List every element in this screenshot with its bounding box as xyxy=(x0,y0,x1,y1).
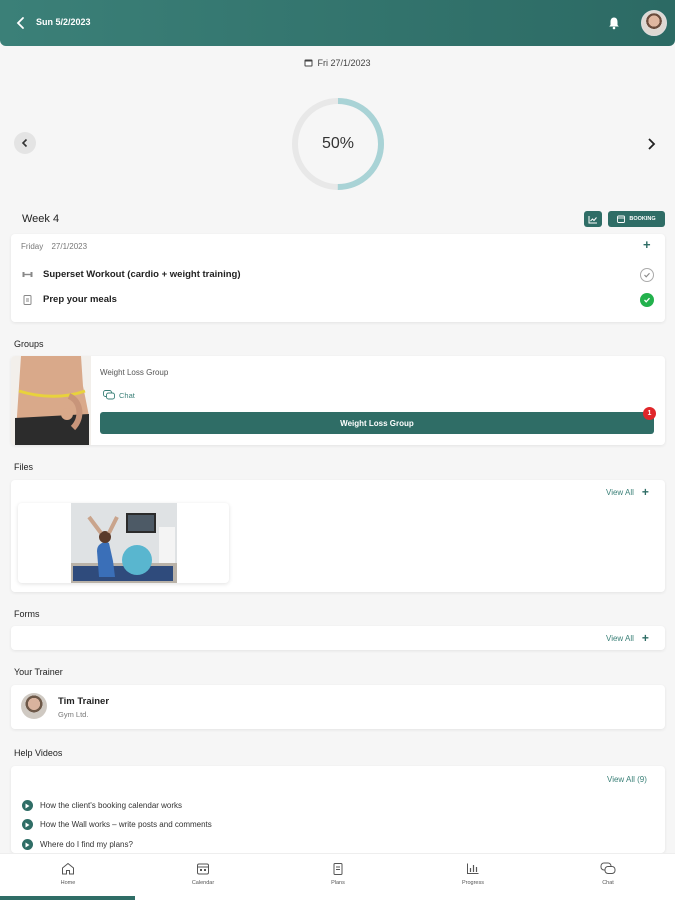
week-title: Week 4 xyxy=(22,213,60,225)
help-view-all[interactable]: View All (9) xyxy=(607,775,647,784)
trainer-avatar xyxy=(21,693,47,719)
calendar-icon xyxy=(617,215,626,223)
file-thumbnail[interactable] xyxy=(18,503,229,583)
clipboard-icon xyxy=(23,295,32,305)
nav-label: Chat xyxy=(602,880,614,886)
trainer-company: Gym Ltd. xyxy=(58,710,89,719)
nav-label: Progress xyxy=(461,880,484,886)
task-incomplete-checkbox[interactable] xyxy=(640,268,654,282)
calendar-icon xyxy=(304,59,313,67)
chat-label: Chat xyxy=(119,390,135,400)
nav-chat[interactable]: Chat xyxy=(573,862,643,886)
view-all-label: View All (9) xyxy=(607,775,647,784)
progress-percent: 50% xyxy=(321,135,355,152)
forms-card: View All + xyxy=(11,626,665,650)
nav-label: Calendar xyxy=(191,880,215,886)
selected-date: Fri 27/1/2023 xyxy=(0,58,675,68)
top-bar: Sun 5/2/2023 xyxy=(0,0,675,46)
forms-title: Forms xyxy=(14,609,40,619)
trainer-name: Tim Trainer xyxy=(58,696,110,707)
help-video-item[interactable]: Where do I find my plans? xyxy=(22,839,133,850)
groups-title: Groups xyxy=(14,339,44,349)
task-row-meals[interactable]: Prep your meals xyxy=(22,294,117,305)
nav-progress[interactable]: Progress xyxy=(438,862,508,886)
chart-icon xyxy=(588,215,597,223)
booking-button[interactable]: BOOKING xyxy=(608,211,665,227)
group-card[interactable]: Weight Loss Group Chat Weight Loss Group xyxy=(11,356,665,445)
group-name: Weight Loss Group xyxy=(100,368,169,377)
play-icon xyxy=(22,819,33,830)
add-task-button[interactable]: + xyxy=(643,237,651,252)
next-day-chevron-icon[interactable] xyxy=(643,136,659,152)
chevron-left-icon xyxy=(21,138,28,148)
dumbbell-icon xyxy=(22,272,33,277)
booking-label: BOOKING xyxy=(629,216,656,222)
file-image xyxy=(71,503,177,583)
selected-date-text: Fri 27/1/2023 xyxy=(317,58,371,68)
clipboard-icon xyxy=(333,863,343,875)
files-title: Files xyxy=(14,462,34,472)
back-arrow-icon[interactable] xyxy=(14,15,28,31)
nav-plans[interactable]: Plans xyxy=(303,862,373,886)
nav-label: Plans xyxy=(331,880,345,886)
group-chat-link[interactable]: Chat xyxy=(103,390,135,400)
header-title: Sun 5/2/2023 xyxy=(36,17,91,27)
task-row-workout[interactable]: Superset Workout (cardio + weight traini… xyxy=(22,269,241,280)
check-icon xyxy=(644,297,650,303)
calendar-icon xyxy=(197,863,209,875)
trainer-card[interactable]: Tim Trainer Gym Ltd. xyxy=(11,685,665,729)
bottom-nav: Home Calendar Plans Progress Chat xyxy=(0,853,675,900)
help-video-item[interactable]: How the client's booking calendar works xyxy=(22,800,182,811)
view-all-label: View All xyxy=(606,633,634,643)
help-videos-title: Help Videos xyxy=(14,748,63,758)
help-video-title: How the client's booking calendar works xyxy=(40,801,183,810)
help-video-title: Where do I find my plans? xyxy=(40,840,133,849)
help-video-title: How the Wall works – write posts and com… xyxy=(40,820,212,829)
chat-icon xyxy=(103,390,115,400)
check-icon xyxy=(644,272,650,278)
nav-calendar[interactable]: Calendar xyxy=(168,862,238,886)
nav-home[interactable]: Home xyxy=(33,862,103,886)
files-view-all[interactable]: View All + xyxy=(606,486,649,498)
play-icon xyxy=(22,839,33,850)
add-form-icon[interactable]: + xyxy=(642,632,649,644)
task-label: Superset Workout (cardio + weight traini… xyxy=(43,269,241,280)
notification-badge: 1 xyxy=(643,407,656,420)
home-icon xyxy=(62,862,74,875)
day-name: Friday xyxy=(21,242,44,251)
play-icon xyxy=(22,800,33,811)
active-tab-indicator xyxy=(0,896,135,900)
files-card: View All + xyxy=(11,480,665,592)
nav-label: Home xyxy=(60,880,76,886)
forms-view-all[interactable]: View All + xyxy=(606,632,649,644)
view-all-label: View All xyxy=(606,487,634,497)
bell-icon[interactable] xyxy=(606,15,622,31)
add-file-icon[interactable]: + xyxy=(642,486,649,498)
task-label: Prep your meals xyxy=(43,294,117,305)
open-group-button[interactable]: Weight Loss Group xyxy=(100,412,654,434)
day-heading: Friday 27/1/2023 xyxy=(21,242,87,251)
chart-button[interactable] xyxy=(584,211,602,227)
task-complete-checkbox[interactable] xyxy=(640,293,654,307)
help-video-item[interactable]: How the Wall works – write posts and com… xyxy=(22,819,212,830)
trainer-title: Your Trainer xyxy=(14,667,63,677)
day-date: 27/1/2023 xyxy=(51,242,88,251)
group-image xyxy=(11,356,91,445)
user-avatar[interactable] xyxy=(641,10,667,36)
chat-icon xyxy=(600,862,616,874)
progress-chart-icon xyxy=(467,863,479,874)
previous-day-button[interactable] xyxy=(14,132,36,154)
